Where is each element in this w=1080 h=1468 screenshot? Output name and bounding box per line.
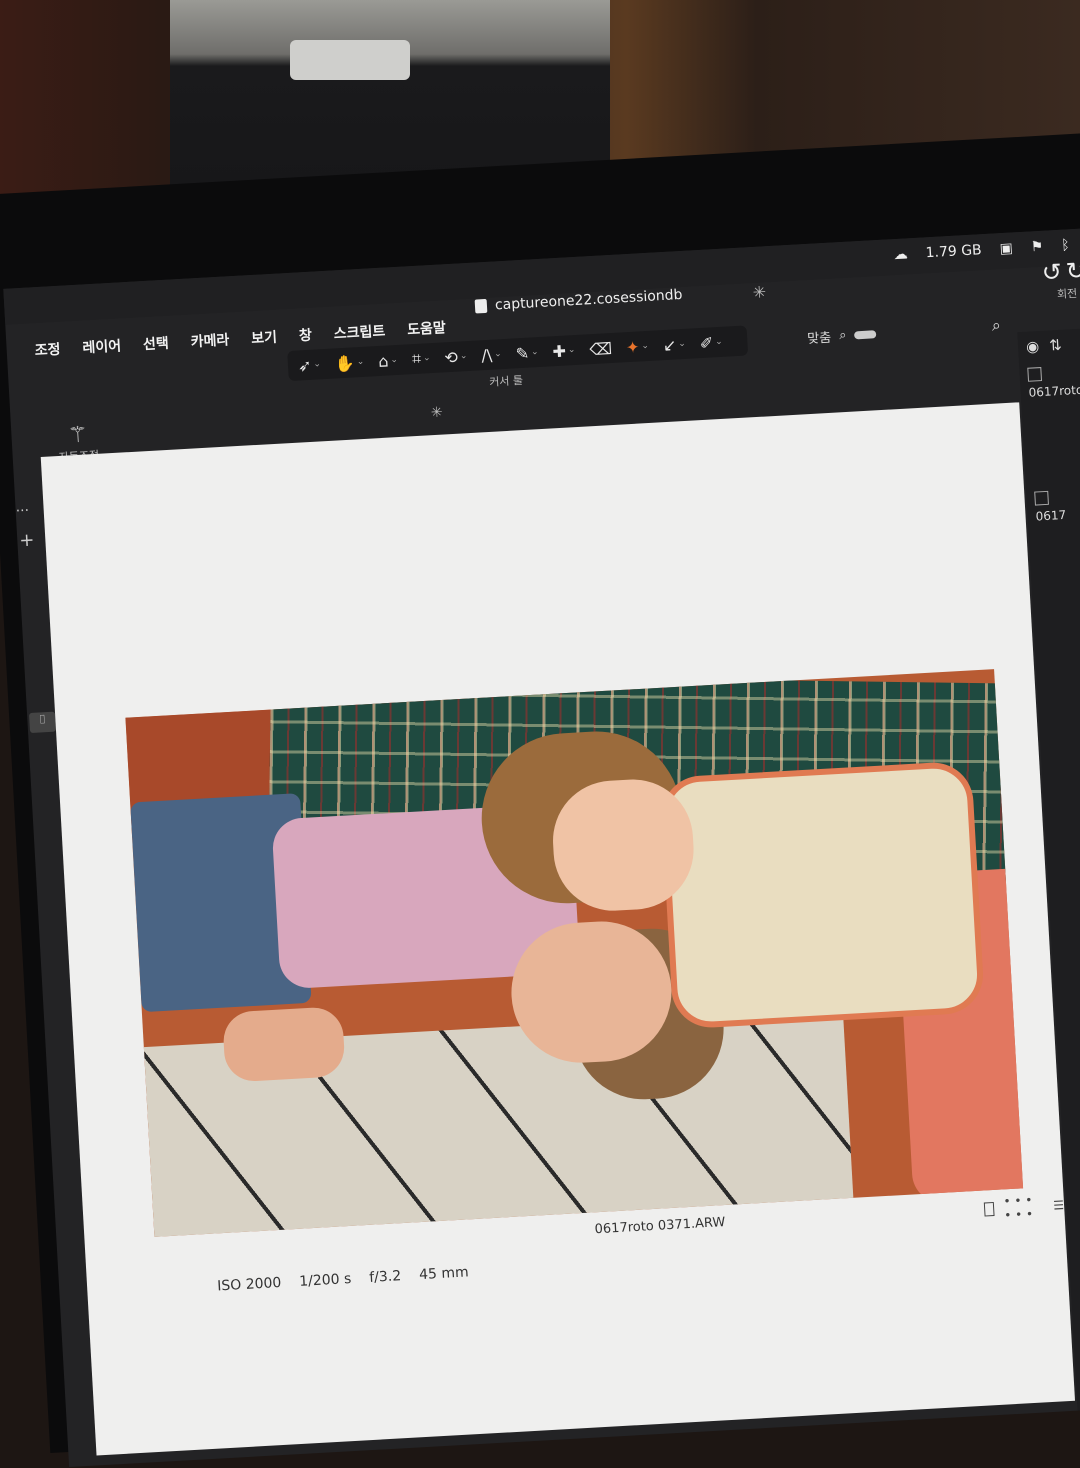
bluetooth-icon[interactable]: ᛒ — [1061, 237, 1070, 253]
heal-icon[interactable]: ✚ ⌄ — [552, 341, 576, 361]
thumbnail-checkbox[interactable] — [1027, 367, 1043, 382]
background-belt — [290, 40, 410, 80]
menu-item-view[interactable]: 보기 — [251, 327, 278, 348]
picker-icon[interactable]: ↙ ⌄ — [662, 334, 686, 355]
thumbnail-label: 0617 — [1035, 507, 1067, 524]
zoom-fit-control: 맞춤 ⌕ — [807, 324, 877, 347]
rotate-control: ↺↻ 회전 — [1041, 256, 1080, 303]
add-icon[interactable]: + — [19, 530, 35, 552]
rotate-label: 회전 — [1056, 286, 1078, 302]
exif-focal: 45 mm — [418, 1264, 470, 1284]
straighten-icon[interactable]: /\ ⌄ — [481, 345, 502, 365]
exif-iso: ISO 2000 — [216, 1274, 282, 1295]
rotate-arrows-icon[interactable]: ↺↻ — [1041, 256, 1080, 287]
photo — [125, 669, 1024, 1237]
eye-icon[interactable]: ◉ — [1026, 337, 1040, 356]
menu-item-camera[interactable]: 카메라 — [190, 329, 230, 351]
document-icon — [474, 298, 488, 314]
thumbnail[interactable] — [1036, 524, 1080, 609]
more-icon[interactable]: ··· — [15, 503, 29, 520]
fit-label[interactable]: 맞춤 — [807, 327, 832, 347]
cursor-icon[interactable]: ➶ ⌄ — [297, 355, 321, 375]
memory-indicator: 1.79 GB — [925, 242, 983, 262]
menu-item-layer[interactable]: 레이어 — [82, 335, 122, 357]
eraser-icon[interactable]: ⌫ — [589, 338, 613, 358]
menu-item-adjust[interactable]: 조정 — [34, 339, 61, 360]
disk-icon[interactable]: ▣ — [999, 240, 1013, 257]
zoom-in-icon[interactable]: ⌕ — [991, 315, 1001, 335]
laptop-bezel: ☁ 1.79 GB ▣ ⚑ ᛒ ◇ 조정 레이어 선택 카메라 보기 창 스크립… — [0, 131, 1080, 1468]
brush-icon[interactable]: ✎ ⌄ — [515, 343, 539, 363]
flag-icon[interactable]: ⚑ — [1030, 239, 1043, 256]
info-icon[interactable]: ☰ — [1053, 1198, 1065, 1213]
pencil-icon[interactable]: ✐ ⌄ — [699, 332, 723, 353]
clone-icon[interactable]: ✦ ⌄ — [625, 336, 649, 357]
viewer-controls: • • • • • • ☰ — [983, 1191, 1064, 1223]
page-dots: • • • • • • — [1003, 1192, 1034, 1223]
image-viewer[interactable]: 0617roto 0371.ARW • • • • • • ☰ ISO 2000… — [40, 402, 1076, 1456]
image-filename: 0617roto 0371.ARW — [594, 1215, 726, 1238]
toolbar-caption: 커서 툴 — [488, 373, 524, 389]
sort-icon[interactable]: ⇅ — [1049, 336, 1063, 355]
exif-info: ISO 2000 1/200 s f/3.2 45 mm — [217, 1264, 469, 1294]
creative-cloud-icon[interactable]: ☁ — [893, 246, 908, 263]
exif-aperture: f/3.2 — [368, 1268, 402, 1286]
zoom-slider[interactable] — [854, 329, 877, 339]
exif-shutter: 1/200 s — [298, 1270, 352, 1290]
menu-item-select[interactable]: 선택 — [142, 333, 170, 354]
menu-item-window[interactable]: 창 — [298, 325, 313, 346]
thumbnail-checkbox[interactable] — [1034, 490, 1049, 506]
magic-wand-icon[interactable]: ⚚ — [57, 422, 99, 449]
camera-icon[interactable]: ⌷ — [28, 711, 57, 734]
app-window: ☁ 1.79 GB ▣ ⚑ ᛒ ◇ 조정 레이어 선택 카메라 보기 창 스크립… — [3, 226, 1080, 1468]
filmstrip-toolbar: ◉ ⇅ — [1017, 327, 1080, 363]
loading-spinner-icon: ✳ — [752, 282, 767, 303]
thumbnail[interactable] — [1029, 401, 1080, 486]
thumbnail-label: 0617roto — [1028, 382, 1080, 400]
menu-item-help[interactable]: 도움말 — [407, 317, 447, 339]
select-checkbox[interactable] — [983, 1201, 995, 1217]
menu-item-script[interactable]: 스크립트 — [333, 321, 386, 344]
rotate-icon[interactable]: ⟲ ⌄ — [444, 347, 468, 367]
hand-icon[interactable]: ✋ ⌄ — [334, 352, 364, 373]
processing-spinner-icon: ✳ — [430, 404, 444, 422]
crop-icon[interactable]: ⌗ ⌄ — [411, 348, 431, 369]
crop-stack-icon[interactable]: ⌂ ⌄ — [378, 350, 399, 371]
photo-cream-shirt — [659, 760, 986, 1030]
photo-hand — [222, 1006, 346, 1083]
zoom-out-icon[interactable]: ⌕ — [839, 328, 847, 343]
